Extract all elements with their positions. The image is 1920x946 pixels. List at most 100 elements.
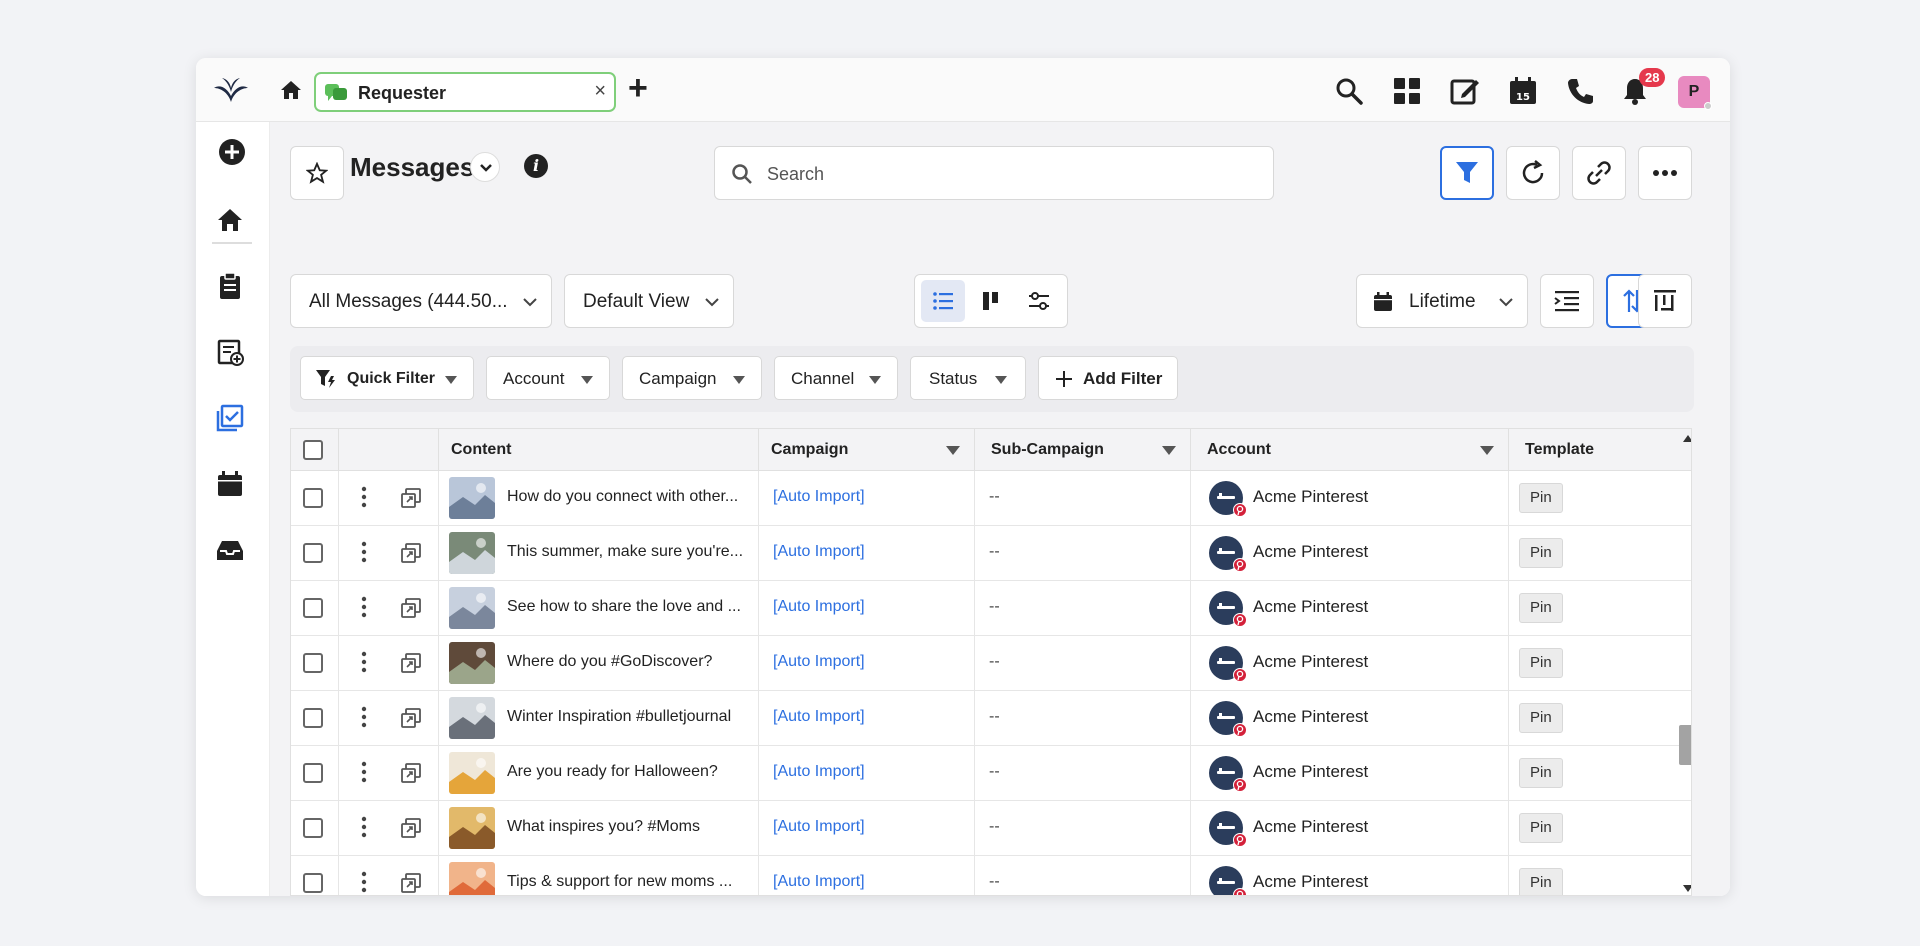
density-button[interactable] bbox=[1540, 274, 1594, 328]
add-filter-button[interactable]: Add Filter bbox=[1038, 356, 1178, 400]
campaign-filter-chip[interactable]: Campaign bbox=[622, 356, 762, 400]
calendar-icon[interactable]: 15 bbox=[1508, 76, 1538, 106]
copy-link-button[interactable] bbox=[1572, 146, 1626, 200]
report-add-icon[interactable] bbox=[216, 338, 244, 366]
column-sort-caret-icon[interactable] bbox=[1162, 446, 1176, 455]
view-settings-button[interactable] bbox=[1017, 280, 1061, 322]
column-settings-button[interactable] bbox=[1638, 274, 1692, 328]
compose-icon[interactable] bbox=[1450, 76, 1480, 106]
campaign-link[interactable]: [Auto Import] bbox=[773, 708, 865, 726]
row-checkbox[interactable] bbox=[303, 763, 323, 783]
more-options-button[interactable] bbox=[1638, 146, 1692, 200]
campaign-link[interactable]: [Auto Import] bbox=[773, 873, 865, 891]
content-thumbnail[interactable] bbox=[449, 477, 495, 519]
table-row[interactable]: This summer, make sure you're... [Auto I… bbox=[291, 526, 1691, 581]
table-row[interactable]: Where do you #GoDiscover? [Auto Import] … bbox=[291, 636, 1691, 691]
search-input[interactable] bbox=[767, 161, 1247, 187]
brand-logo-icon[interactable] bbox=[212, 74, 250, 104]
row-more-menu-icon[interactable] bbox=[361, 595, 367, 624]
open-preview-icon[interactable] bbox=[401, 488, 421, 513]
list-view-button[interactable] bbox=[921, 280, 965, 322]
board-view-button[interactable] bbox=[969, 280, 1013, 322]
content-cell[interactable]: Where do you #GoDiscover? bbox=[439, 636, 759, 691]
content-cell[interactable]: Tips & support for new moms ... bbox=[439, 856, 759, 895]
row-more-menu-icon[interactable] bbox=[361, 485, 367, 514]
open-preview-icon[interactable] bbox=[401, 653, 421, 678]
table-row[interactable]: Winter Inspiration #bulletjournal [Auto … bbox=[291, 691, 1691, 746]
tasks-check-icon[interactable] bbox=[216, 404, 244, 432]
search-box[interactable] bbox=[714, 146, 1274, 200]
content-cell[interactable]: How do you connect with other... bbox=[439, 471, 759, 526]
row-checkbox[interactable] bbox=[303, 488, 323, 508]
refresh-button[interactable] bbox=[1506, 146, 1560, 200]
column-header-template[interactable]: Template bbox=[1509, 429, 1679, 471]
row-more-menu-icon[interactable] bbox=[361, 815, 367, 844]
column-header-content[interactable]: Content bbox=[439, 429, 759, 471]
open-preview-icon[interactable] bbox=[401, 873, 421, 895]
search-icon[interactable] bbox=[1334, 76, 1364, 106]
calendar-nav-icon[interactable] bbox=[216, 470, 244, 498]
row-checkbox[interactable] bbox=[303, 598, 323, 618]
account-filter-chip[interactable]: Account bbox=[486, 356, 610, 400]
table-row[interactable]: How do you connect with other... [Auto I… bbox=[291, 471, 1691, 526]
title-dropdown-button[interactable] bbox=[470, 152, 500, 182]
close-tab-icon[interactable]: × bbox=[594, 80, 606, 103]
row-more-menu-icon[interactable] bbox=[361, 540, 367, 569]
row-more-menu-icon[interactable] bbox=[361, 760, 367, 789]
campaign-link[interactable]: [Auto Import] bbox=[773, 598, 865, 616]
campaign-link[interactable]: [Auto Import] bbox=[773, 543, 865, 561]
favorite-button[interactable] bbox=[290, 146, 344, 200]
row-checkbox[interactable] bbox=[303, 653, 323, 673]
home-nav-icon[interactable] bbox=[216, 206, 244, 234]
date-range-dropdown[interactable]: Lifetime bbox=[1356, 274, 1528, 328]
row-more-menu-icon[interactable] bbox=[361, 650, 367, 679]
content-thumbnail[interactable] bbox=[449, 587, 495, 629]
content-thumbnail[interactable] bbox=[449, 532, 495, 574]
row-checkbox[interactable] bbox=[303, 708, 323, 728]
column-header-campaign[interactable]: Campaign bbox=[759, 429, 975, 471]
scroll-down-arrow-icon[interactable] bbox=[1683, 885, 1691, 892]
content-thumbnail[interactable] bbox=[449, 807, 495, 849]
table-row[interactable]: What inspires you? #Moms [Auto Import] -… bbox=[291, 801, 1691, 856]
inbox-icon[interactable] bbox=[216, 536, 244, 564]
content-thumbnail[interactable] bbox=[449, 862, 495, 895]
open-preview-icon[interactable] bbox=[401, 818, 421, 843]
content-thumbnail[interactable] bbox=[449, 642, 495, 684]
column-sort-caret-icon[interactable] bbox=[946, 446, 960, 455]
open-preview-icon[interactable] bbox=[401, 763, 421, 788]
scroll-up-arrow-icon[interactable] bbox=[1683, 435, 1691, 442]
campaign-link[interactable]: [Auto Import] bbox=[773, 653, 865, 671]
status-filter-chip[interactable]: Status bbox=[910, 356, 1026, 400]
campaign-link[interactable]: [Auto Import] bbox=[773, 763, 865, 781]
home-icon[interactable] bbox=[278, 78, 304, 102]
content-thumbnail[interactable] bbox=[449, 697, 495, 739]
tab-requester[interactable]: Requester × bbox=[314, 72, 616, 112]
filter-button[interactable] bbox=[1440, 146, 1494, 200]
row-checkbox[interactable] bbox=[303, 873, 323, 893]
phone-icon[interactable] bbox=[1566, 76, 1596, 106]
channel-filter-chip[interactable]: Channel bbox=[774, 356, 898, 400]
content-cell[interactable]: This summer, make sure you're... bbox=[439, 526, 759, 581]
content-thumbnail[interactable] bbox=[449, 752, 495, 794]
row-checkbox[interactable] bbox=[303, 818, 323, 838]
add-tab-button[interactable]: + bbox=[628, 71, 648, 105]
column-header-account[interactable]: Account bbox=[1191, 429, 1509, 471]
quick-filter-chip[interactable]: Quick Filter bbox=[300, 356, 474, 400]
row-more-menu-icon[interactable] bbox=[361, 870, 367, 895]
content-cell[interactable]: Are you ready for Halloween? bbox=[439, 746, 759, 801]
open-preview-icon[interactable] bbox=[401, 598, 421, 623]
row-more-menu-icon[interactable] bbox=[361, 705, 367, 734]
content-cell[interactable]: Winter Inspiration #bulletjournal bbox=[439, 691, 759, 746]
select-all-checkbox[interactable] bbox=[303, 440, 323, 460]
table-row[interactable]: See how to share the love and ... [Auto … bbox=[291, 581, 1691, 636]
row-checkbox[interactable] bbox=[303, 543, 323, 563]
clipboard-icon[interactable] bbox=[216, 272, 244, 300]
messages-scope-dropdown[interactable]: All Messages (444.50... bbox=[290, 274, 552, 328]
open-preview-icon[interactable] bbox=[401, 543, 421, 568]
open-preview-icon[interactable] bbox=[401, 708, 421, 733]
content-cell[interactable]: See how to share the love and ... bbox=[439, 581, 759, 636]
column-header-sub-campaign[interactable]: Sub-Campaign bbox=[975, 429, 1191, 471]
campaign-link[interactable]: [Auto Import] bbox=[773, 818, 865, 836]
column-sort-caret-icon[interactable] bbox=[1480, 446, 1494, 455]
content-cell[interactable]: What inspires you? #Moms bbox=[439, 801, 759, 856]
